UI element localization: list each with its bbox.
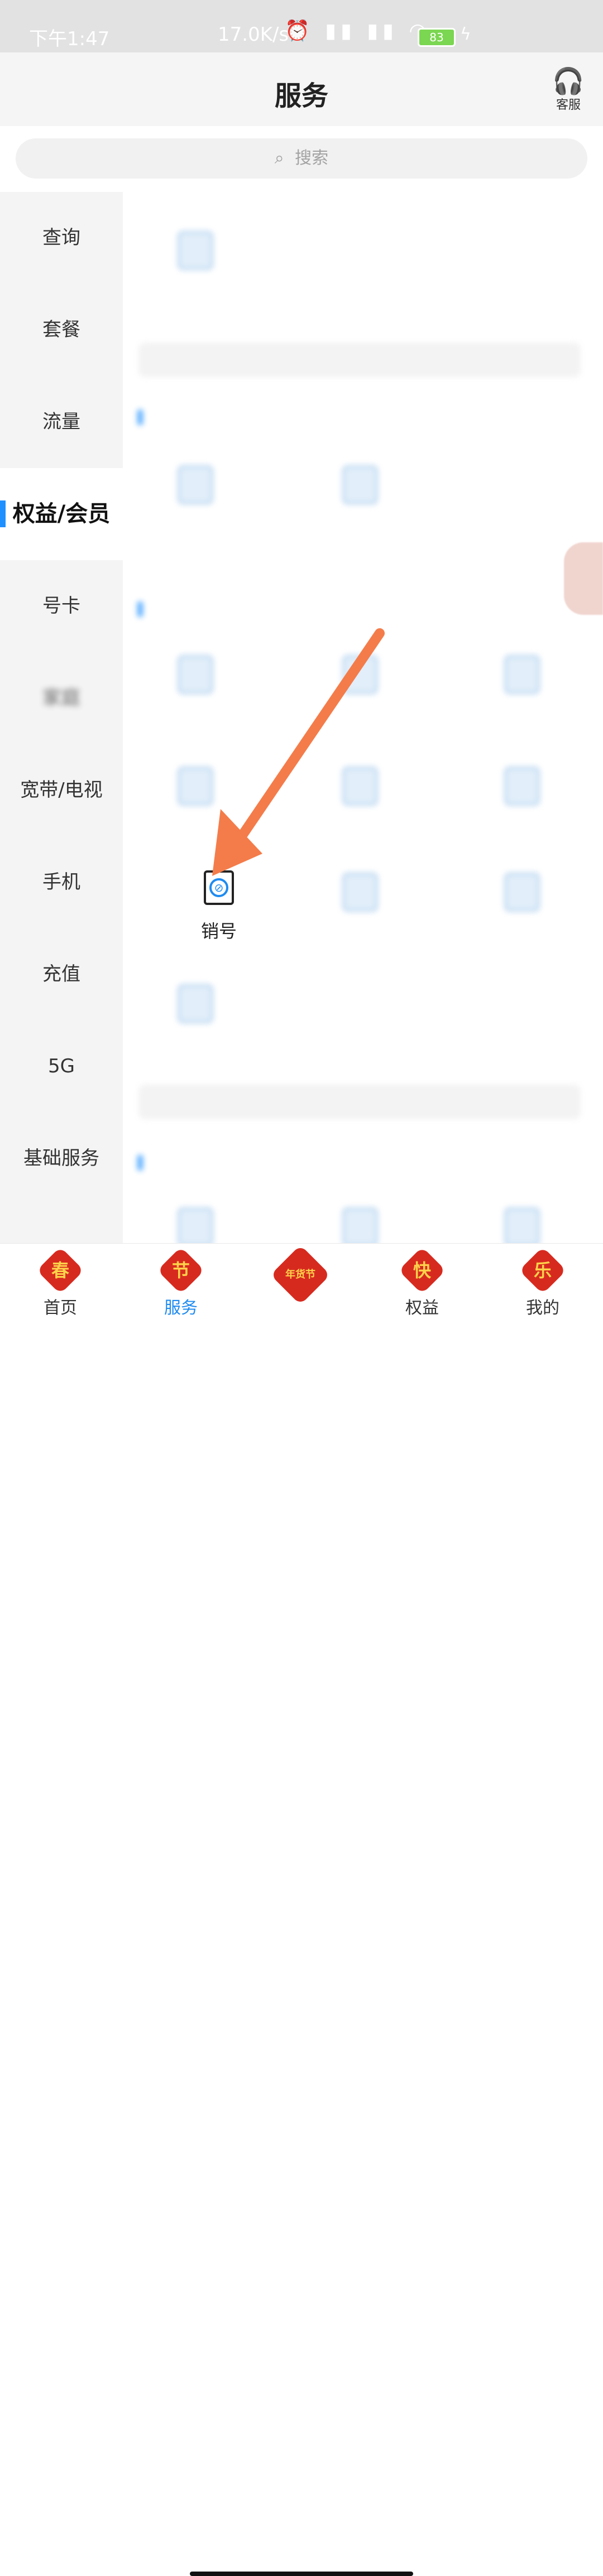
sidebar-item-broadband[interactable]: 宽带/电视	[0, 744, 123, 836]
service-icon	[342, 465, 378, 504]
tab-new-year-shopping[interactable]: 年货节	[256, 1245, 345, 1305]
sidebar-item-benefits[interactable]: 权益/会员	[0, 468, 123, 560]
sidebar-item-query[interactable]: 查询	[0, 192, 123, 284]
search-area: ⌕ 搜索	[0, 126, 603, 192]
service-icon	[504, 1207, 540, 1243]
section-label	[137, 1153, 151, 1171]
service-item[interactable]	[304, 873, 416, 923]
section-label	[137, 599, 151, 618]
status-icons: ⏰ ▮▮ ▮▮ ◠	[285, 20, 431, 42]
service-icon	[342, 873, 378, 912]
section-divider	[138, 1085, 581, 1119]
service-item[interactable]	[140, 1207, 251, 1243]
sidebar-item-sim-card[interactable]: 号卡	[0, 560, 123, 652]
page-header: 服务 🎧 客服	[0, 52, 603, 126]
service-icon	[342, 1207, 378, 1243]
headset-icon: 🎧	[552, 66, 585, 96]
service-content: ⊘ 销号	[123, 192, 603, 1243]
service-item[interactable]	[466, 1207, 578, 1243]
cancel-number-button[interactable]: ⊘ 销号	[185, 870, 252, 943]
page-title: 服务	[274, 80, 328, 112]
cancel-number-label: 销号	[200, 921, 237, 942]
sidebar-item-data[interactable]: 流量	[0, 376, 123, 468]
service-icon	[342, 767, 378, 806]
status-time: 下午1:47	[29, 28, 110, 50]
service-icon	[504, 873, 540, 912]
active-indicator	[0, 500, 6, 527]
sidebar-item-5g[interactable]: 5G	[0, 1020, 123, 1113]
search-input[interactable]: ⌕ 搜索	[16, 138, 587, 179]
service-icon	[504, 655, 540, 694]
search-icon: ⌕	[274, 148, 284, 168]
search-placeholder: 搜索	[295, 148, 329, 168]
cancel-number-icon: ⊘	[204, 870, 234, 905]
happy-icon: 快	[398, 1246, 446, 1294]
customer-service-button[interactable]: 🎧 客服	[546, 67, 591, 112]
section-label	[137, 407, 151, 426]
service-icon	[178, 465, 213, 504]
spring-festival-icon: 春	[36, 1246, 84, 1294]
service-icon	[178, 231, 213, 270]
charging-icon: ϟ	[460, 25, 471, 44]
service-item[interactable]	[304, 465, 416, 516]
tab-mine[interactable]: 乐 我的	[498, 1246, 587, 1318]
tab-service[interactable]: 节 服务	[136, 1246, 226, 1318]
network-speed: 17.0K/s	[218, 23, 289, 46]
service-item[interactable]	[466, 767, 578, 817]
section-divider	[138, 343, 581, 377]
service-item[interactable]	[304, 655, 416, 705]
service-item[interactable]	[466, 873, 578, 923]
service-item[interactable]	[466, 655, 578, 705]
service-icon	[504, 767, 540, 806]
sidebar-item-phone[interactable]: 手机	[0, 836, 123, 928]
service-icon	[178, 767, 213, 806]
new-year-shopping-icon: 年货节	[270, 1245, 331, 1305]
sidebar-item-package[interactable]: 套餐	[0, 284, 123, 376]
service-item[interactable]	[304, 767, 416, 817]
service-item[interactable]	[304, 1207, 416, 1243]
service-icon	[342, 655, 378, 694]
service-icon	[178, 1207, 213, 1243]
service-icon	[178, 984, 213, 1023]
floating-mascot[interactable]	[564, 542, 603, 615]
category-sidebar: 查询 套餐 流量 权益/会员 号卡 家庭 宽带/电视 手机 充值 5G 基础服务	[0, 192, 123, 1243]
service-item[interactable]	[140, 655, 251, 705]
festival-icon: 节	[157, 1246, 205, 1294]
sidebar-item-family[interactable]: 家庭	[0, 652, 123, 744]
status-bar: 下午1:47 17.0K/s ⏰ ▮▮ ▮▮ ◠ 83 ϟ	[0, 0, 603, 52]
joy-icon: 乐	[519, 1246, 567, 1294]
service-item[interactable]	[140, 465, 251, 516]
customer-service-label: 客服	[556, 98, 581, 112]
tab-benefits[interactable]: 快 权益	[377, 1246, 467, 1318]
bottom-tab-bar: 春 首页 节 服务 年货节 快 权益 乐 我的	[0, 1243, 603, 2576]
battery-icon: 83	[418, 28, 456, 47]
tab-home[interactable]: 春 首页	[16, 1246, 105, 1318]
service-item[interactable]	[140, 231, 251, 281]
sidebar-item-recharge[interactable]: 充值	[0, 928, 123, 1020]
service-item[interactable]	[140, 767, 251, 817]
service-icon	[178, 655, 213, 694]
service-item[interactable]	[140, 984, 251, 1034]
sidebar-item-basic-services[interactable]: 基础服务	[0, 1113, 123, 1205]
home-indicator[interactable]	[190, 2572, 413, 2576]
